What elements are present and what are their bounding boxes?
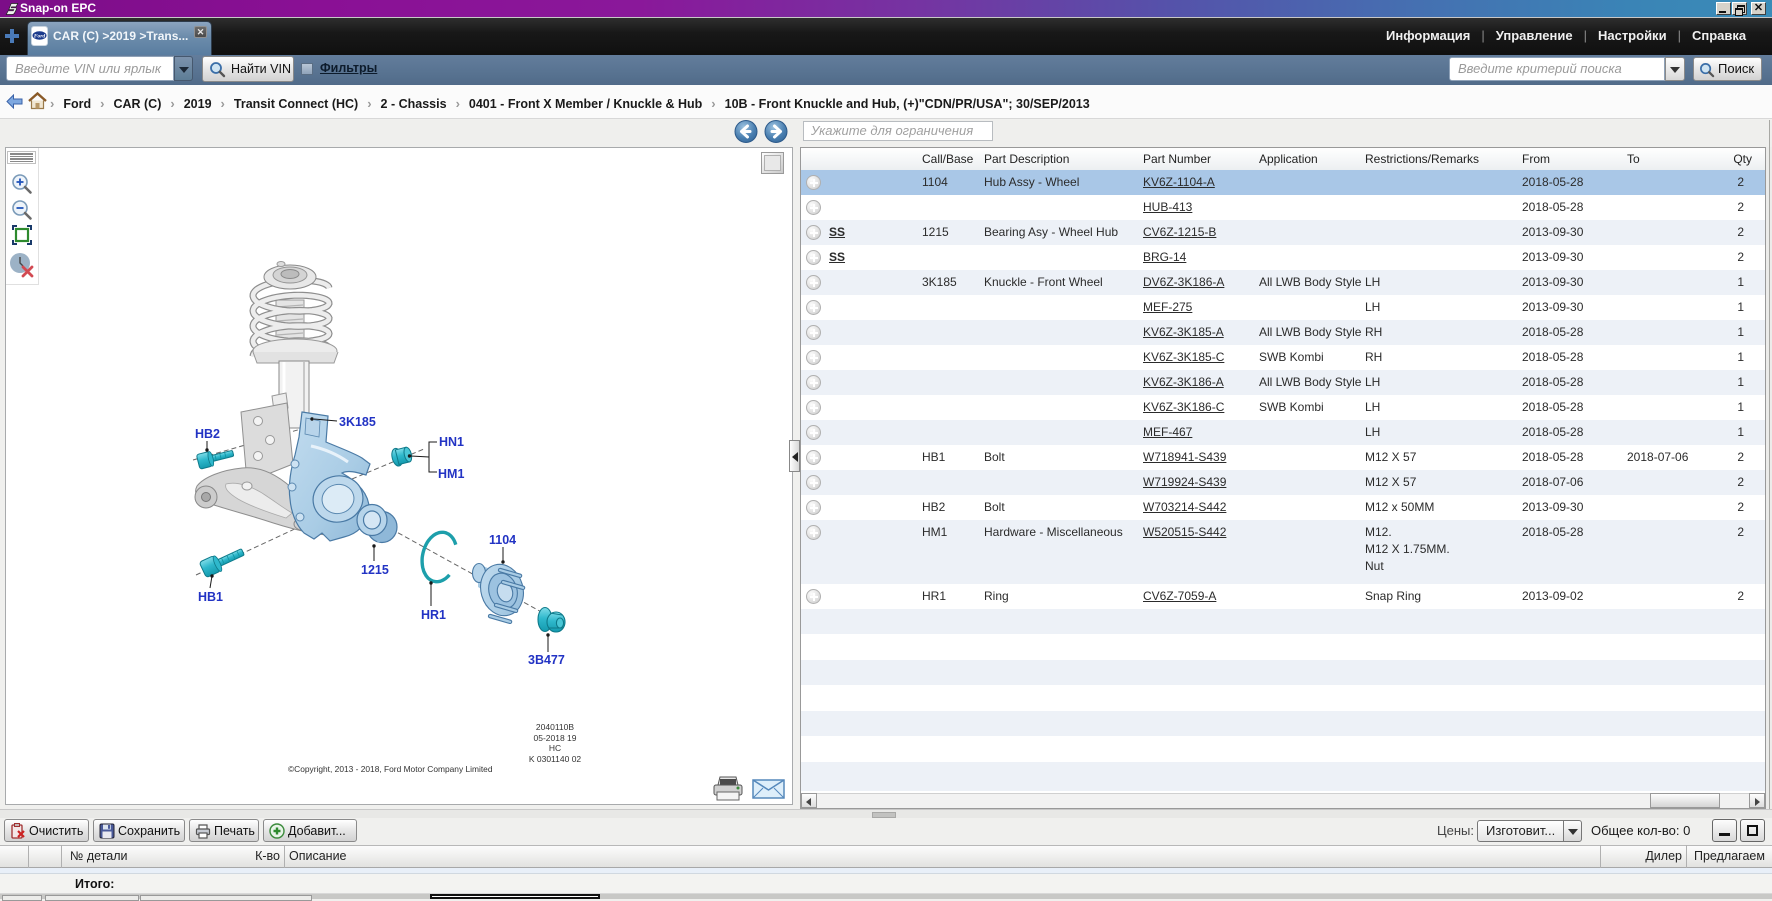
svg-text:1215: 1215	[361, 563, 389, 577]
svg-text:3K185: 3K185	[339, 415, 376, 429]
svg-text:HR1: HR1	[421, 608, 446, 622]
svg-text:HB2: HB2	[195, 427, 220, 441]
svg-text:Ford: Ford	[34, 34, 46, 40]
svg-text:HM1: HM1	[438, 467, 464, 481]
svg-text:1104: 1104	[489, 533, 516, 547]
svg-text:HN1: HN1	[439, 435, 464, 449]
svg-text:3B477: 3B477	[528, 653, 565, 667]
svg-text:HB1: HB1	[198, 590, 223, 604]
